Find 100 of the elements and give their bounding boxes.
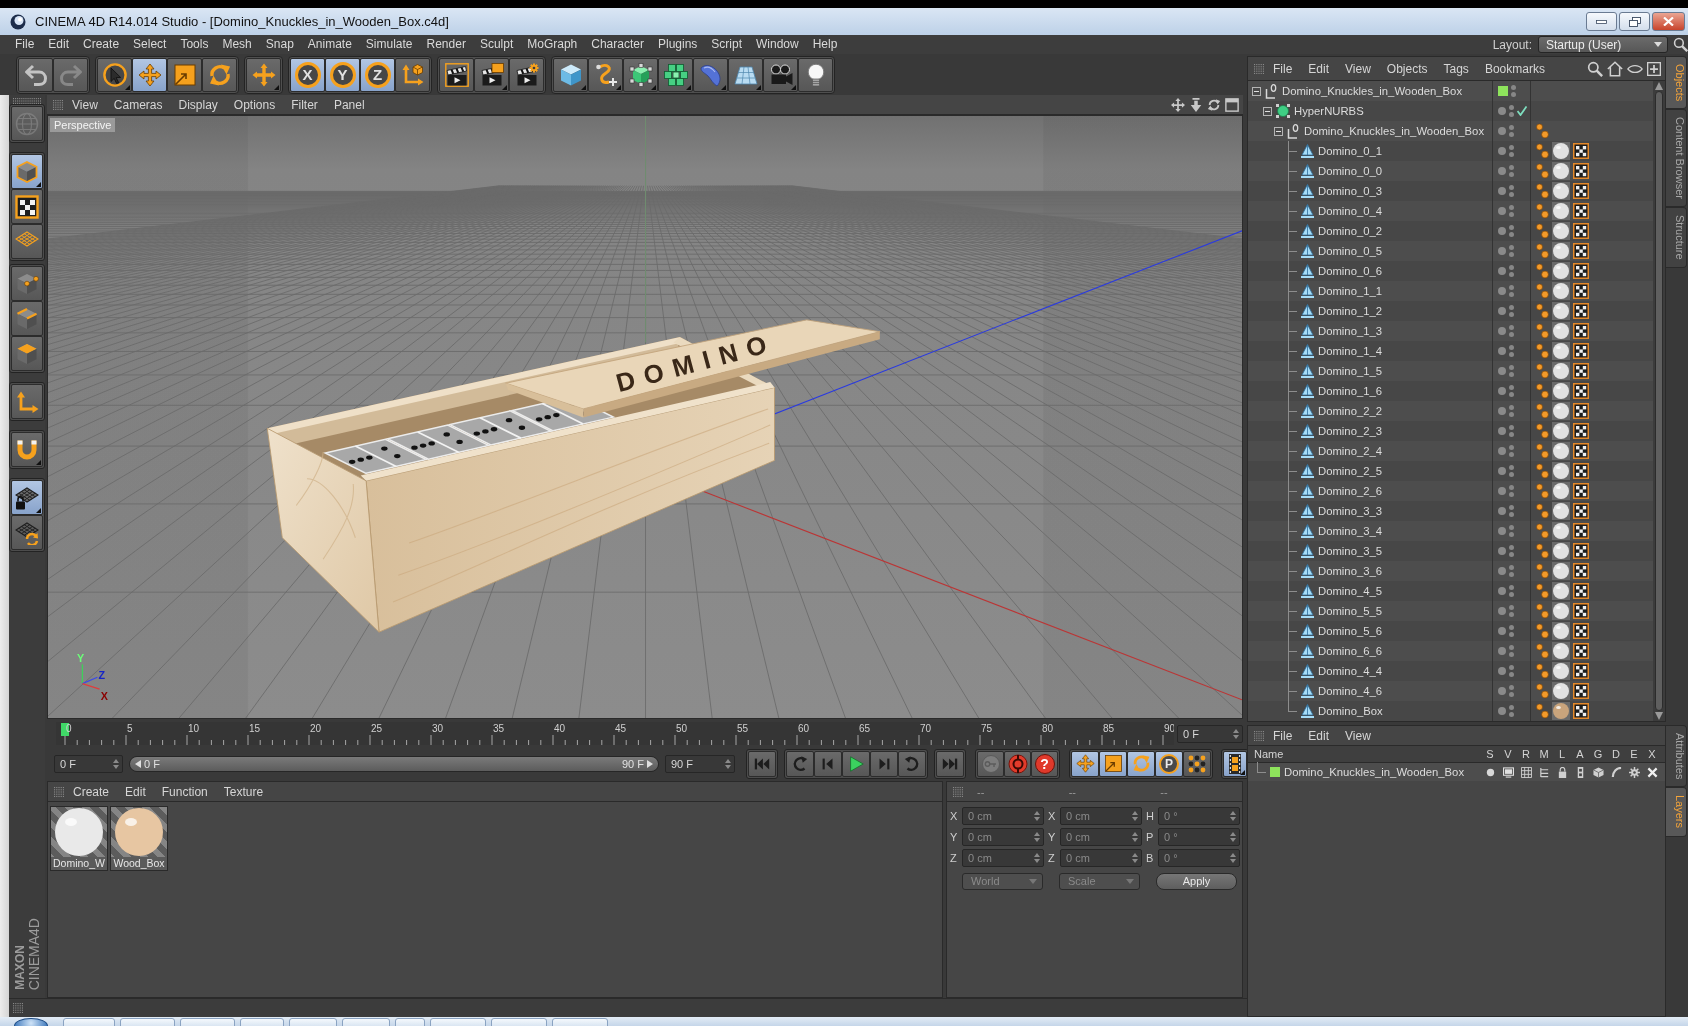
menu-item[interactable]: Help — [805, 35, 845, 54]
menu-item[interactable]: Edit — [1301, 61, 1337, 76]
collapse-icon[interactable] — [1263, 106, 1272, 116]
render-dots-icon[interactable] — [1509, 125, 1514, 137]
visibility-dot-icon[interactable] — [1498, 207, 1506, 215]
menu-item[interactable]: Edit — [1301, 728, 1337, 743]
render-dots-icon[interactable] — [1509, 265, 1514, 277]
workplane-mode-button[interactable] — [11, 224, 43, 259]
locked-workplane-button[interactable] — [11, 515, 43, 550]
column-header[interactable]: L — [1553, 748, 1571, 760]
menu-item[interactable]: Mesh — [215, 35, 259, 54]
light-button[interactable] — [798, 57, 833, 92]
scrollbar-thumb[interactable] — [1655, 91, 1663, 711]
menu-item[interactable]: Objects — [1379, 61, 1435, 76]
render-dots-icon[interactable] — [1509, 305, 1514, 317]
visibility-dot-icon[interactable] — [1498, 447, 1506, 455]
model-mode-button[interactable] — [11, 154, 43, 189]
frame-field[interactable]: 0 F — [54, 754, 123, 773]
next-key-button[interactable] — [898, 750, 926, 777]
dot-icon[interactable] — [1484, 766, 1496, 778]
menu-item[interactable]: Select — [126, 35, 174, 54]
render-dots-icon[interactable] — [1509, 285, 1514, 297]
render-dots-icon[interactable] — [1509, 345, 1514, 357]
edges-mode-button[interactable] — [11, 301, 43, 336]
next-frame-button[interactable] — [870, 750, 898, 777]
column-header[interactable]: E — [1625, 748, 1643, 760]
render-view-button[interactable] — [439, 57, 474, 92]
scale-tool-button[interactable] — [167, 57, 202, 92]
render-dots-icon[interactable] — [1509, 325, 1514, 337]
visibility-dot-icon[interactable] — [1498, 607, 1506, 615]
render-dots-icon[interactable] — [1509, 545, 1514, 557]
rotate-key-button[interactable] — [1127, 750, 1155, 777]
menu-item[interactable]: Panel — [326, 97, 372, 112]
render-dots-icon[interactable] — [1509, 145, 1514, 157]
visibility-dot-icon[interactable] — [1498, 227, 1506, 235]
move-tool-button[interactable] — [132, 57, 167, 92]
close-button[interactable] — [1652, 12, 1685, 31]
render-dots-icon[interactable] — [1509, 645, 1514, 657]
cube-button[interactable] — [553, 57, 588, 92]
previous-key-button[interactable] — [786, 750, 814, 777]
render-dots-icon[interactable] — [1509, 445, 1514, 457]
menu-item[interactable]: Cameras — [106, 97, 170, 112]
menu-item[interactable]: Bookmarks — [1477, 61, 1552, 76]
play-button[interactable] — [842, 750, 870, 777]
frame-field[interactable]: 0 F — [1177, 724, 1243, 743]
tree-row[interactable]: Domino_5_5 — [1248, 601, 1653, 621]
side-tab[interactable]: Layers — [1666, 787, 1687, 837]
cube-icon[interactable] — [1592, 766, 1604, 778]
floor-button[interactable] — [728, 57, 763, 92]
visibility-dot-icon[interactable] — [1498, 327, 1506, 335]
taskbar-button[interactable] — [552, 1018, 608, 1026]
undo-button[interactable] — [18, 57, 53, 92]
tree-row[interactable]: Domino_0_0 — [1248, 161, 1653, 181]
z-axis-button[interactable]: Z — [360, 57, 395, 92]
menu-item[interactable]: View — [1338, 61, 1378, 76]
menu-item[interactable]: Simulate — [358, 35, 420, 54]
column-header[interactable]: D — [1607, 748, 1625, 760]
column-header[interactable]: M — [1535, 748, 1553, 760]
render-dots-icon[interactable] — [1509, 225, 1514, 237]
visibility-dot-icon[interactable] — [1498, 407, 1506, 415]
monitor-icon[interactable] — [1502, 766, 1514, 778]
visibility-dot-icon[interactable] — [1498, 687, 1506, 695]
selection-tool-button[interactable] — [97, 57, 132, 92]
taskbar-button[interactable] — [491, 1018, 547, 1026]
layout-dropdown[interactable]: Startup (User) — [1538, 36, 1668, 53]
tree-row[interactable]: Domino_0_5 — [1248, 241, 1653, 261]
column-header[interactable]: S — [1481, 748, 1499, 760]
menu-item[interactable]: MoGraph — [520, 35, 585, 54]
menu-item[interactable]: Sculpt — [472, 35, 521, 54]
render-dots-icon[interactable] — [1509, 705, 1514, 717]
collapse-icon[interactable] — [1252, 86, 1261, 96]
bend-icon[interactable] — [1610, 766, 1622, 778]
column-header[interactable]: V — [1499, 748, 1517, 760]
grid-icon[interactable] — [1520, 766, 1532, 778]
menu-item[interactable]: Plugins — [650, 35, 705, 54]
coordinate-system-button[interactable] — [395, 57, 430, 92]
keyframe-selection-button[interactable]: ? — [1031, 750, 1058, 777]
menu-item[interactable]: File — [8, 35, 42, 54]
taskbar-button[interactable] — [180, 1018, 235, 1026]
visibility-dot-icon[interactable] — [1498, 187, 1506, 195]
tree-row[interactable]: Domino_Knuckles_in_Wooden_Box — [1248, 121, 1653, 141]
search-icon[interactable] — [1587, 60, 1603, 77]
tree-row[interactable]: Domino_6_6 — [1248, 641, 1653, 661]
render-dots-icon[interactable] — [1509, 105, 1514, 117]
render-dots-icon[interactable] — [1509, 525, 1514, 537]
menu-item[interactable]: Script — [704, 35, 749, 54]
render-picture-button[interactable] — [474, 57, 509, 92]
material-tile[interactable]: Domino_W — [50, 806, 108, 871]
menu-item[interactable]: View — [1338, 728, 1378, 743]
visibility-dot-icon[interactable] — [1498, 287, 1506, 295]
cloner-button[interactable] — [658, 57, 693, 92]
render-settings-button[interactable] — [509, 57, 544, 92]
plus-square-icon[interactable] — [1647, 61, 1661, 76]
home-icon[interactable] — [1607, 60, 1623, 77]
tree-row[interactable]: Domino_4_6 — [1248, 681, 1653, 701]
tree-row[interactable]: Domino_0_4 — [1248, 201, 1653, 221]
menu-item[interactable]: Create — [76, 35, 127, 54]
visibility-dot-icon[interactable] — [1498, 127, 1506, 135]
tree-row[interactable]: Domino_2_2 — [1248, 401, 1653, 421]
frame-field[interactable]: 90 F — [665, 754, 735, 773]
